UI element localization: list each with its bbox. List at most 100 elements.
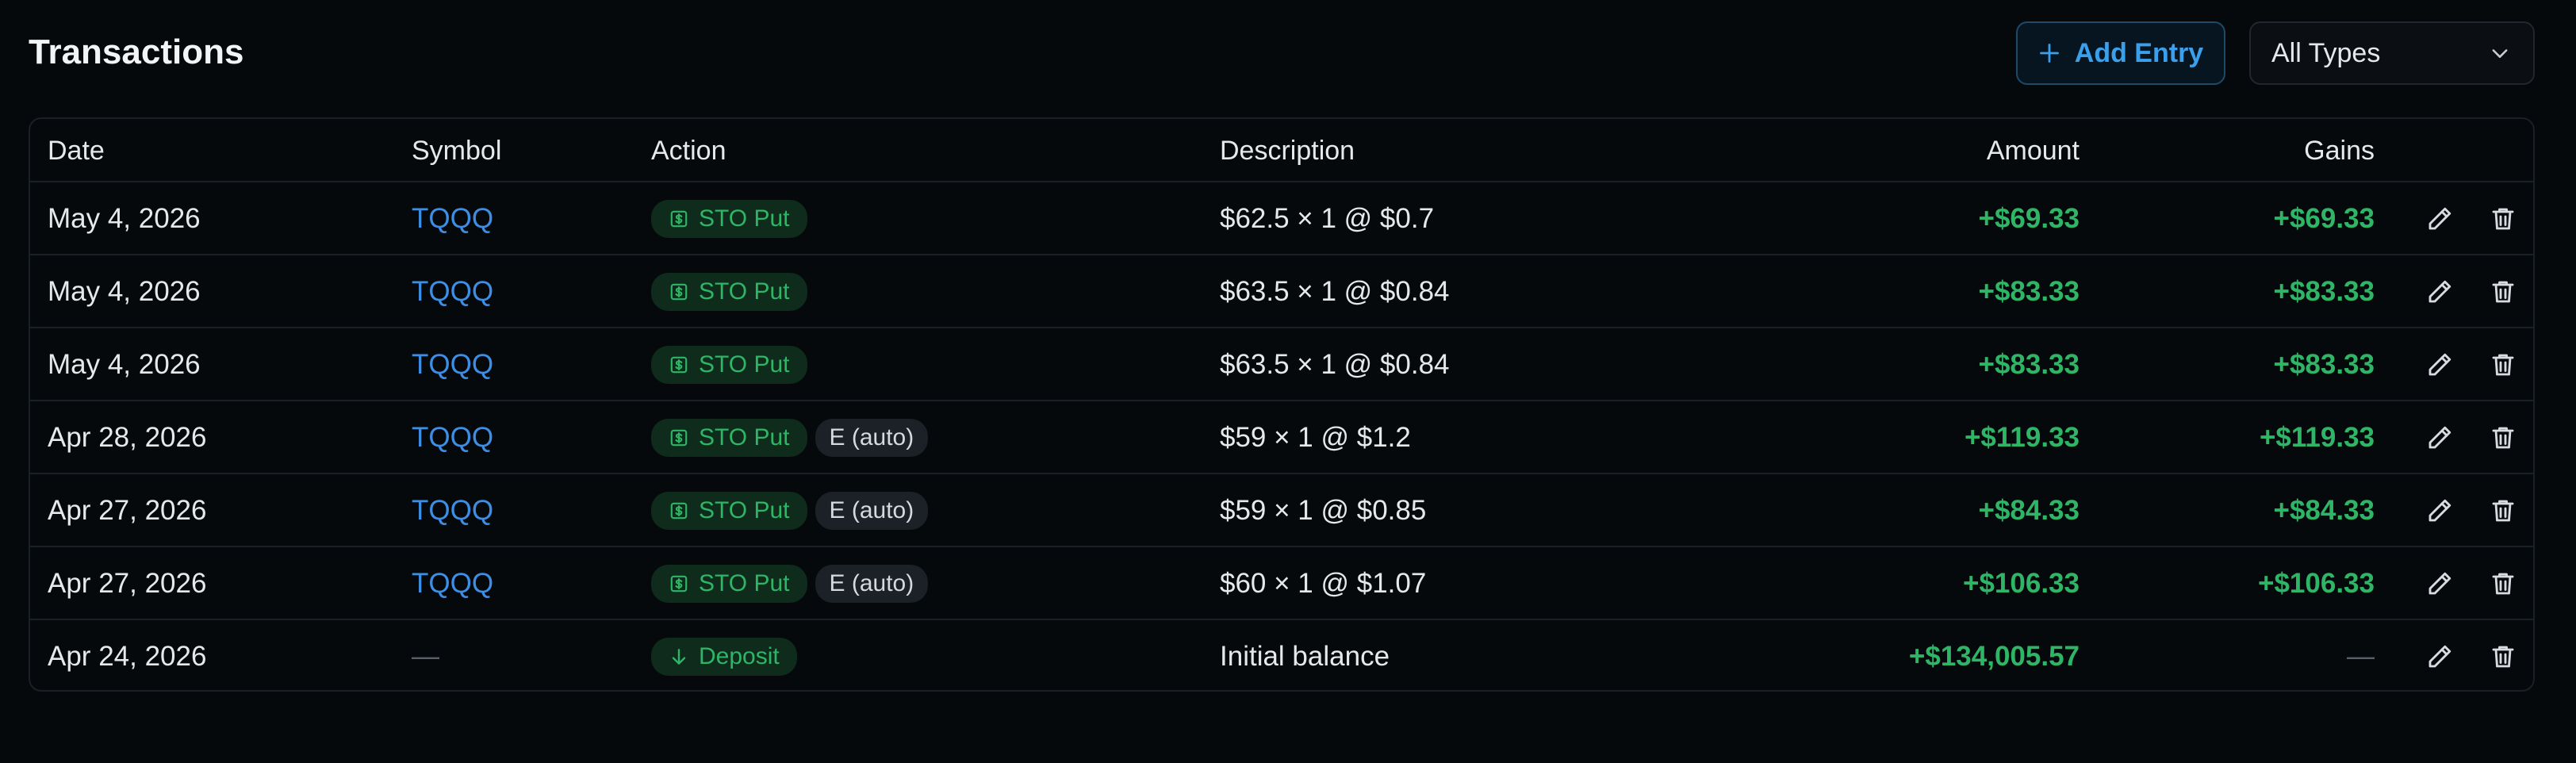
edit-icon[interactable] (2424, 349, 2455, 381)
gains-cell: +$119.33 (2259, 422, 2375, 453)
action-cell: STO Put (651, 182, 807, 255)
symbol-cell[interactable]: TQQQ (412, 328, 493, 401)
delete-cell (2487, 547, 2519, 620)
date-cell: May 4, 2026 (48, 276, 201, 307)
table-row: Apr 28, 2026 TQQQ STO Put E (auto) $59 ×… (30, 401, 2533, 474)
date-cell: May 4, 2026 (48, 349, 201, 380)
dollar-square-icon (669, 573, 689, 594)
column-header-description: Description (1220, 135, 1355, 166)
action-cell: STO Put (651, 255, 807, 328)
delete-cell (2487, 328, 2519, 401)
transactions-table: Date Symbol Action Description Amount Ga… (29, 117, 2535, 692)
add-entry-label: Add Entry (2074, 37, 2204, 68)
gains-cell: +$69.33 (2273, 203, 2375, 234)
edit-icon[interactable] (2424, 495, 2455, 527)
trash-icon[interactable] (2487, 422, 2519, 454)
gains-cell: +$83.33 (2273, 349, 2375, 380)
amount-cell: +$84.33 (1978, 495, 2080, 526)
dollar-square-icon (669, 355, 689, 375)
table-row: Apr 27, 2026 TQQQ STO Put E (auto) $60 ×… (30, 547, 2533, 620)
action-cell: STO Put (651, 328, 807, 401)
edit-cell (2424, 547, 2455, 620)
action-label: STO Put (699, 424, 790, 451)
edit-cell (2424, 182, 2455, 255)
edit-icon[interactable] (2424, 568, 2455, 600)
trash-icon[interactable] (2487, 276, 2519, 308)
chevron-down-icon (2489, 42, 2511, 64)
description-cell: $60 × 1 @ $1.07 (1220, 568, 1427, 599)
action-badge: STO Put (651, 492, 807, 530)
trash-icon[interactable] (2487, 349, 2519, 381)
trash-icon[interactable] (2487, 641, 2519, 673)
table-row: May 4, 2026 TQQQ STO Put $63.5 × 1 @ $0.… (30, 328, 2533, 401)
edit-icon[interactable] (2424, 422, 2455, 454)
trash-icon[interactable] (2487, 495, 2519, 527)
trash-icon[interactable] (2487, 203, 2519, 235)
amount-cell: +$134,005.57 (1908, 641, 2080, 672)
dollar-square-icon (669, 500, 689, 521)
dollar-square-icon (669, 428, 689, 448)
action-label: STO Put (699, 570, 790, 596)
amount-cell: +$83.33 (1978, 349, 2080, 380)
gains-cell: +$106.33 (2258, 568, 2375, 599)
symbol-cell[interactable]: TQQQ (412, 547, 493, 620)
arrow-down-icon (669, 646, 689, 667)
page-title: Transactions (29, 33, 244, 71)
delete-cell (2487, 182, 2519, 255)
action-label: STO Put (699, 351, 790, 378)
symbol-cell[interactable]: TQQQ (412, 255, 493, 328)
plus-icon (2038, 42, 2060, 64)
auto-badge: E (auto) (815, 492, 929, 530)
edit-icon[interactable] (2424, 203, 2455, 235)
type-filter-select[interactable]: All Types (2249, 21, 2535, 85)
action-cell: STO Put E (auto) (651, 547, 929, 620)
amount-cell: +$69.33 (1978, 203, 2080, 234)
edit-cell (2424, 328, 2455, 401)
symbol-link[interactable]: TQQQ (412, 495, 493, 527)
action-badge: STO Put (651, 565, 807, 603)
amount-cell: +$106.33 (1963, 568, 2080, 599)
table-row: May 4, 2026 TQQQ STO Put $62.5 × 1 @ $0.… (30, 182, 2533, 255)
table-row: Apr 27, 2026 TQQQ STO Put E (auto) $59 ×… (30, 474, 2533, 547)
column-header-gains: Gains (2304, 135, 2375, 166)
description-cell: Initial balance (1220, 641, 1390, 672)
symbol-link[interactable]: TQQQ (412, 276, 493, 308)
action-badge: Deposit (651, 638, 797, 676)
type-filter-value: All Types (2271, 37, 2381, 68)
symbol-link[interactable]: TQQQ (412, 203, 493, 235)
delete-cell (2487, 401, 2519, 474)
auto-badge: E (auto) (815, 565, 929, 603)
add-entry-button[interactable]: Add Entry (2016, 21, 2225, 85)
action-cell: STO Put E (auto) (651, 401, 929, 474)
date-cell: May 4, 2026 (48, 203, 201, 234)
symbol-link[interactable]: TQQQ (412, 422, 493, 454)
gains-cell: +$83.33 (2273, 276, 2375, 307)
column-header-action: Action (651, 135, 726, 166)
edit-icon[interactable] (2424, 641, 2455, 673)
edit-icon[interactable] (2424, 276, 2455, 308)
symbol-cell[interactable]: TQQQ (412, 182, 493, 255)
action-cell: Deposit (651, 620, 797, 690)
auto-badge: E (auto) (815, 419, 929, 457)
table-header: Date Symbol Action Description Amount Ga… (30, 119, 2533, 182)
symbol-link[interactable]: TQQQ (412, 349, 493, 381)
action-badge: STO Put (651, 200, 807, 238)
symbol-empty: — (412, 641, 439, 672)
date-cell: Apr 28, 2026 (48, 422, 207, 453)
action-label: STO Put (699, 278, 790, 305)
table-row: Apr 24, 2026 — Deposit Initial balance +… (30, 620, 2533, 690)
symbol-cell[interactable]: TQQQ (412, 474, 493, 547)
action-label: STO Put (699, 497, 790, 523)
dollar-square-icon (669, 209, 689, 229)
action-badge: STO Put (651, 419, 807, 457)
symbol-link[interactable]: TQQQ (412, 568, 493, 600)
trash-icon[interactable] (2487, 568, 2519, 600)
description-cell: $63.5 × 1 @ $0.84 (1220, 276, 1450, 307)
column-header-date: Date (48, 135, 105, 166)
delete-cell (2487, 474, 2519, 547)
dollar-square-icon (669, 282, 689, 302)
symbol-cell[interactable]: TQQQ (412, 401, 493, 474)
table-row: May 4, 2026 TQQQ STO Put $63.5 × 1 @ $0.… (30, 255, 2533, 328)
amount-cell: +$83.33 (1978, 276, 2080, 307)
edit-cell (2424, 474, 2455, 547)
